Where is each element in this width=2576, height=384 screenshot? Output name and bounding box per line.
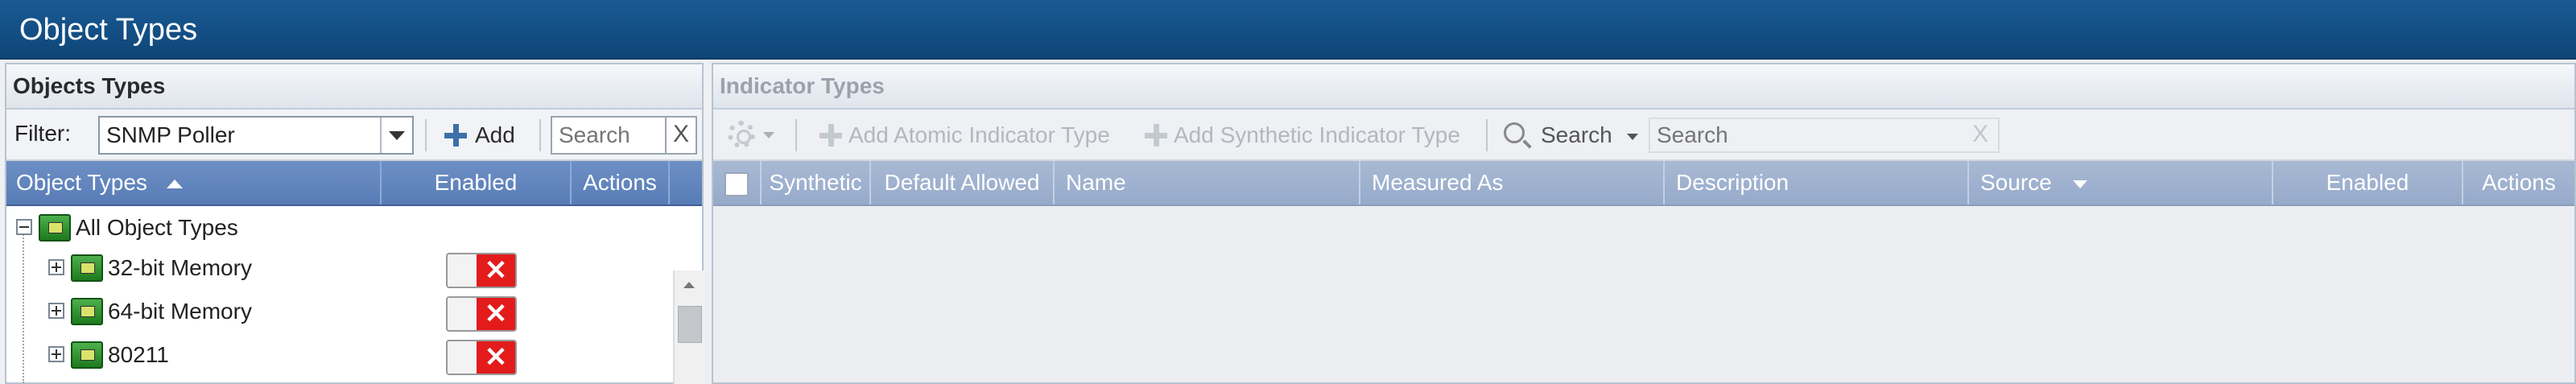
tree-node-icon [71,341,103,369]
object-types-tree: All Object Types 32-bit Memory ✕ 64-bit … [6,206,702,384]
tree-node-icon [39,214,71,242]
add-synthetic-label: Add Synthetic Indicator Type [1174,122,1460,147]
indicator-types-grid-header: Synthetic Default Allowed Name Measured … [713,161,2574,206]
tree-node-label: 64-bit Memory [108,299,252,324]
column-header-default-allowed[interactable]: Default Allowed [871,161,1055,204]
object-types-panel: Objects Types Filter: SNMP Poller Add X … [5,63,704,384]
filter-selected-value: SNMP Poller [106,122,235,147]
search-menu-button[interactable]: Search [1501,118,1638,153]
chevron-down-icon [763,132,774,138]
plus-icon [1145,124,1167,147]
tree-node-label: All Object Types [76,215,238,240]
column-header-label: Description [1676,170,1790,195]
toggle-off-icon: ✕ [477,298,515,330]
tree-node-icon [71,298,103,325]
tree-node-root[interactable]: All Object Types [6,208,667,248]
expand-icon[interactable] [48,303,64,319]
add-object-type-button[interactable]: Add [441,118,515,153]
filter-label: Filter: [14,121,71,146]
search-icon [1504,122,1525,143]
column-header-label: Object Types [16,170,147,195]
object-types-grid-header: Object Types Enabled Actions [6,161,702,206]
indicator-types-grid-body [713,206,2574,377]
expand-icon[interactable] [48,346,64,362]
search-clear-button[interactable]: X [1963,118,1998,153]
select-all-header [713,161,762,204]
filter-dropdown[interactable]: SNMP Poller [98,116,414,155]
select-all-checkbox[interactable] [724,172,749,196]
app-title: Object Types [19,13,198,47]
gear-icon [728,121,755,148]
column-header-object-types[interactable]: Object Types [6,161,382,204]
app-title-bar: Object Types [0,0,2576,60]
column-header-synthetic[interactable]: Synthetic [762,161,871,204]
plus-icon [819,124,842,147]
plus-icon [444,124,467,147]
tree-node[interactable]: 80211 ✕ [6,335,667,375]
column-header-actions[interactable]: Actions [2463,161,2574,204]
chevron-down-icon [389,130,405,140]
column-header-label: Measured As [1372,170,1504,195]
indicator-types-panel: Indicator Types Add Atomic Indicator Typ… [712,63,2576,384]
column-header-actions[interactable]: Actions [572,161,670,204]
column-header-label: Enabled [2326,170,2409,195]
search-clear-button[interactable]: X [665,116,697,155]
filter-toolbar: Filter: SNMP Poller Add X [6,109,702,161]
column-header-source[interactable]: Source [1969,161,2273,204]
column-header-label: Source [1980,170,2052,195]
column-header-description[interactable]: Description [1665,161,1969,204]
column-header-label: Actions [2482,170,2556,195]
toolbar-separator [1486,119,1488,151]
collapse-icon[interactable] [16,219,32,235]
object-types-panel-header: Objects Types [6,64,702,109]
tree-scrollbar[interactable] [673,270,704,384]
sort-descending-icon [2072,180,2087,188]
indicator-types-toolbar: Add Atomic Indicator Type Add Synthetic … [713,109,2574,161]
toolbar-separator [795,119,797,151]
enabled-toggle[interactable]: ✕ [446,296,517,332]
column-header-label: Default Allowed [884,170,1040,195]
filter-dropdown-button[interactable] [380,118,412,153]
tree-node[interactable]: 32-bit Memory ✕ [6,248,667,288]
column-header-name[interactable]: Name [1055,161,1360,204]
scroll-up-icon[interactable] [683,282,695,288]
tree-node-label: 32-bit Memory [108,255,252,280]
toolbar-separator [425,119,427,151]
search-menu-label: Search [1541,122,1612,147]
indicator-types-panel-header: Indicator Types [713,64,2574,109]
column-header-label: Enabled [434,170,518,195]
column-header-label: Name [1066,170,1126,195]
column-header-label: Synthetic [769,170,862,195]
toolbar-separator [539,119,541,151]
expand-icon[interactable] [48,259,64,275]
column-header-enabled[interactable]: Enabled [382,161,572,204]
enabled-toggle[interactable]: ✕ [446,340,517,375]
toggle-off-icon: ✕ [477,341,515,374]
add-button-label: Add [475,122,515,147]
sort-ascending-icon [166,180,183,189]
add-atomic-label: Add Atomic Indicator Type [848,122,1110,147]
column-header-label: Actions [583,170,657,195]
column-header-measured-as[interactable]: Measured As [1360,161,1665,204]
settings-menu-button[interactable] [728,119,776,151]
tree-node[interactable]: 64-bit Memory ✕ [6,291,667,332]
scrollbar-thumb[interactable] [678,306,702,343]
tree-node-icon [71,254,103,282]
object-types-panel-title: Objects Types [13,73,166,98]
add-atomic-indicator-type-button[interactable]: Add Atomic Indicator Type [816,118,1110,153]
enabled-toggle[interactable]: ✕ [446,253,517,288]
indicator-types-search-input[interactable] [1649,118,2000,153]
toggle-off-icon: ✕ [477,254,515,287]
object-types-search-input[interactable] [551,116,668,155]
column-header-enabled[interactable]: Enabled [2273,161,2463,204]
chevron-down-icon [1626,133,1638,140]
indicator-types-panel-title: Indicator Types [720,73,885,98]
tree-node-label: 80211 [108,342,169,367]
add-synthetic-indicator-type-button[interactable]: Add Synthetic Indicator Type [1141,118,1460,153]
